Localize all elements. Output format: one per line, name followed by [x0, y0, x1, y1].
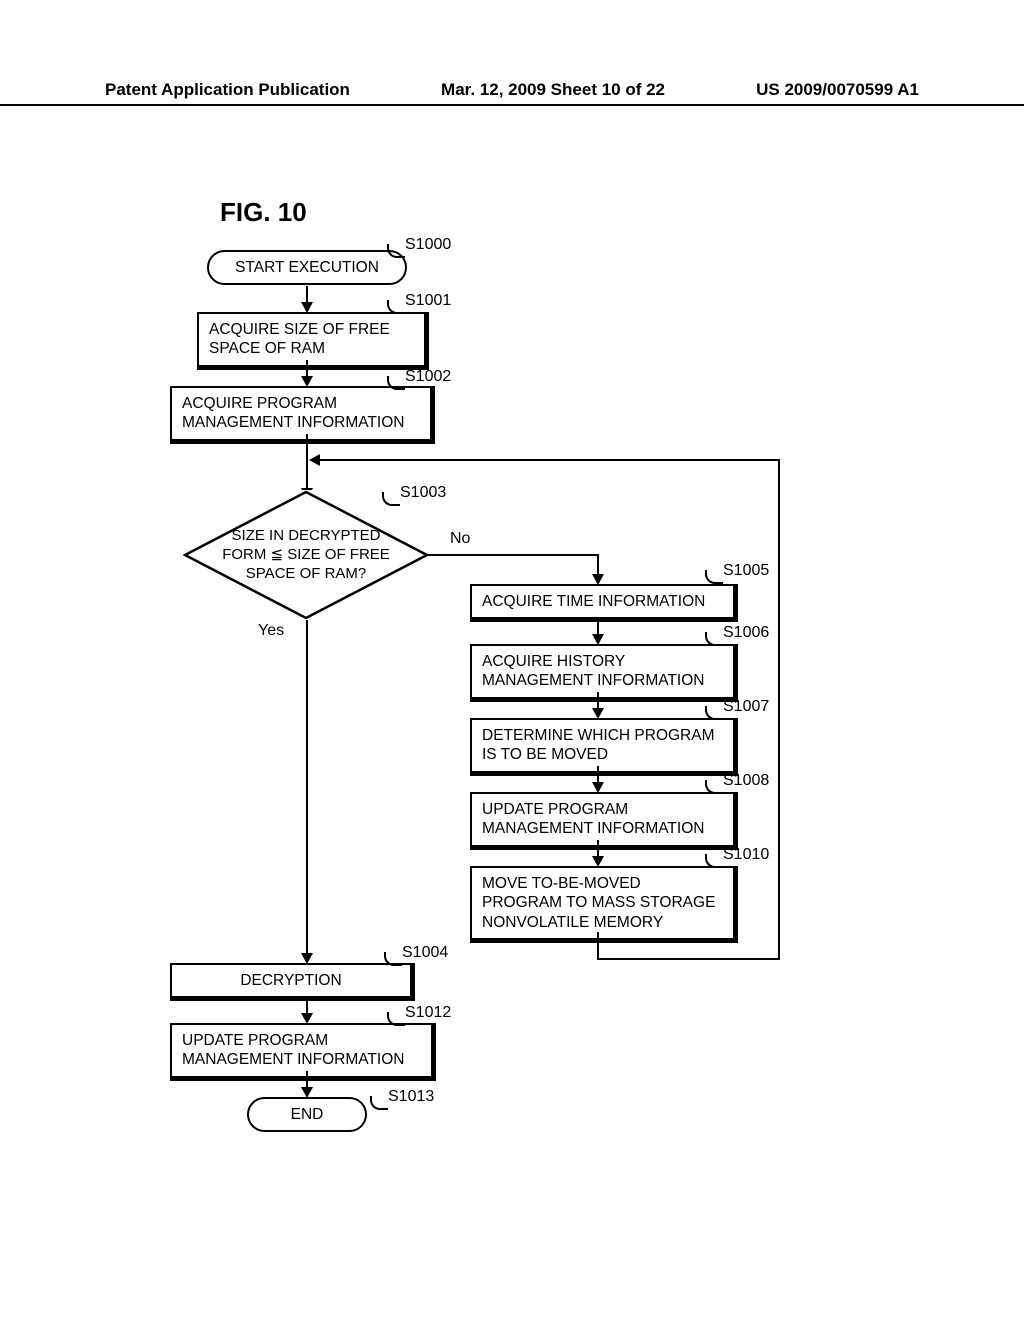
node-s1000: START EXECUTION: [207, 250, 407, 285]
label-s1002: S1002: [405, 368, 451, 386]
arrow: [597, 932, 599, 958]
node-s1002-text: ACQUIRE PROGRAM MANAGEMENT INFORMATION: [182, 395, 404, 431]
label-s1008: S1008: [723, 772, 769, 790]
label-s1007: S1007: [723, 698, 769, 716]
branch-no: No: [450, 530, 470, 548]
label-s1006: S1006: [723, 624, 769, 642]
header-center: Mar. 12, 2009 Sheet 10 of 22: [441, 80, 665, 100]
node-s1012: UPDATE PROGRAM MANAGEMENT INFORMATION: [170, 1023, 436, 1081]
node-s1002: ACQUIRE PROGRAM MANAGEMENT INFORMATION: [170, 386, 435, 444]
node-s1007: DETERMINE WHICH PROGRAM IS TO BE MOVED: [470, 718, 738, 776]
node-s1012-text: UPDATE PROGRAM MANAGEMENT INFORMATION: [182, 1032, 404, 1068]
flowchart-diagram: START EXECUTION S1000 ACQUIRE SIZE OF FR…: [0, 230, 1024, 1230]
node-s1007-text: DETERMINE WHICH PROGRAM IS TO BE MOVED: [482, 727, 715, 763]
node-s1006-text: ACQUIRE HISTORY MANAGEMENT INFORMATION: [482, 653, 704, 689]
node-s1010: MOVE TO-BE-MOVED PROGRAM TO MASS STORAGE…: [470, 866, 738, 943]
arrow: [597, 958, 780, 960]
arrow: [427, 554, 597, 556]
node-s1008: UPDATE PROGRAM MANAGEMENT INFORMATION: [470, 792, 738, 850]
label-s1010: S1010: [723, 846, 769, 864]
label-s1012: S1012: [405, 1004, 451, 1022]
node-s1003-text: SIZE IN DECRYPTED FORM ≦ SIZE OF FREE SP…: [208, 527, 405, 583]
node-s1004: DECRYPTION: [170, 963, 415, 1001]
arrow: [306, 620, 308, 955]
header-left: Patent Application Publication: [105, 80, 350, 100]
node-s1005: ACQUIRE TIME INFORMATION: [470, 584, 738, 622]
node-s1006: ACQUIRE HISTORY MANAGEMENT INFORMATION: [470, 644, 738, 702]
figure-title: FIG. 10: [220, 197, 307, 228]
node-s1001-text: ACQUIRE SIZE OF FREE SPACE OF RAM: [209, 321, 390, 357]
label-s1005: S1005: [723, 562, 769, 580]
label-s1000: S1000: [405, 236, 451, 254]
arrow: [306, 470, 308, 490]
label-s1001: S1001: [405, 292, 451, 310]
arrow: [306, 434, 308, 470]
header-right: US 2009/0070599 A1: [756, 80, 919, 100]
arrow: [778, 459, 780, 960]
arrow: [318, 459, 780, 461]
node-s1003: SIZE IN DECRYPTED FORM ≦ SIZE OF FREE SP…: [183, 490, 429, 620]
label-s1013: S1013: [388, 1088, 434, 1106]
label-s1003: S1003: [400, 484, 446, 502]
arrow: [597, 554, 599, 576]
label-s1004: S1004: [402, 944, 448, 962]
node-s1000-text: START EXECUTION: [235, 259, 379, 276]
node-s1001: ACQUIRE SIZE OF FREE SPACE OF RAM: [197, 312, 429, 370]
node-s1004-text: DECRYPTION: [240, 972, 341, 989]
branch-yes: Yes: [258, 622, 284, 640]
node-s1005-text: ACQUIRE TIME INFORMATION: [482, 593, 705, 610]
node-s1008-text: UPDATE PROGRAM MANAGEMENT INFORMATION: [482, 801, 704, 837]
node-s1010-text: MOVE TO-BE-MOVED PROGRAM TO MASS STORAGE…: [482, 875, 715, 931]
node-s1013-text: END: [291, 1106, 324, 1123]
node-s1013: END: [247, 1097, 367, 1132]
page-header: Patent Application Publication Mar. 12, …: [0, 80, 1024, 106]
